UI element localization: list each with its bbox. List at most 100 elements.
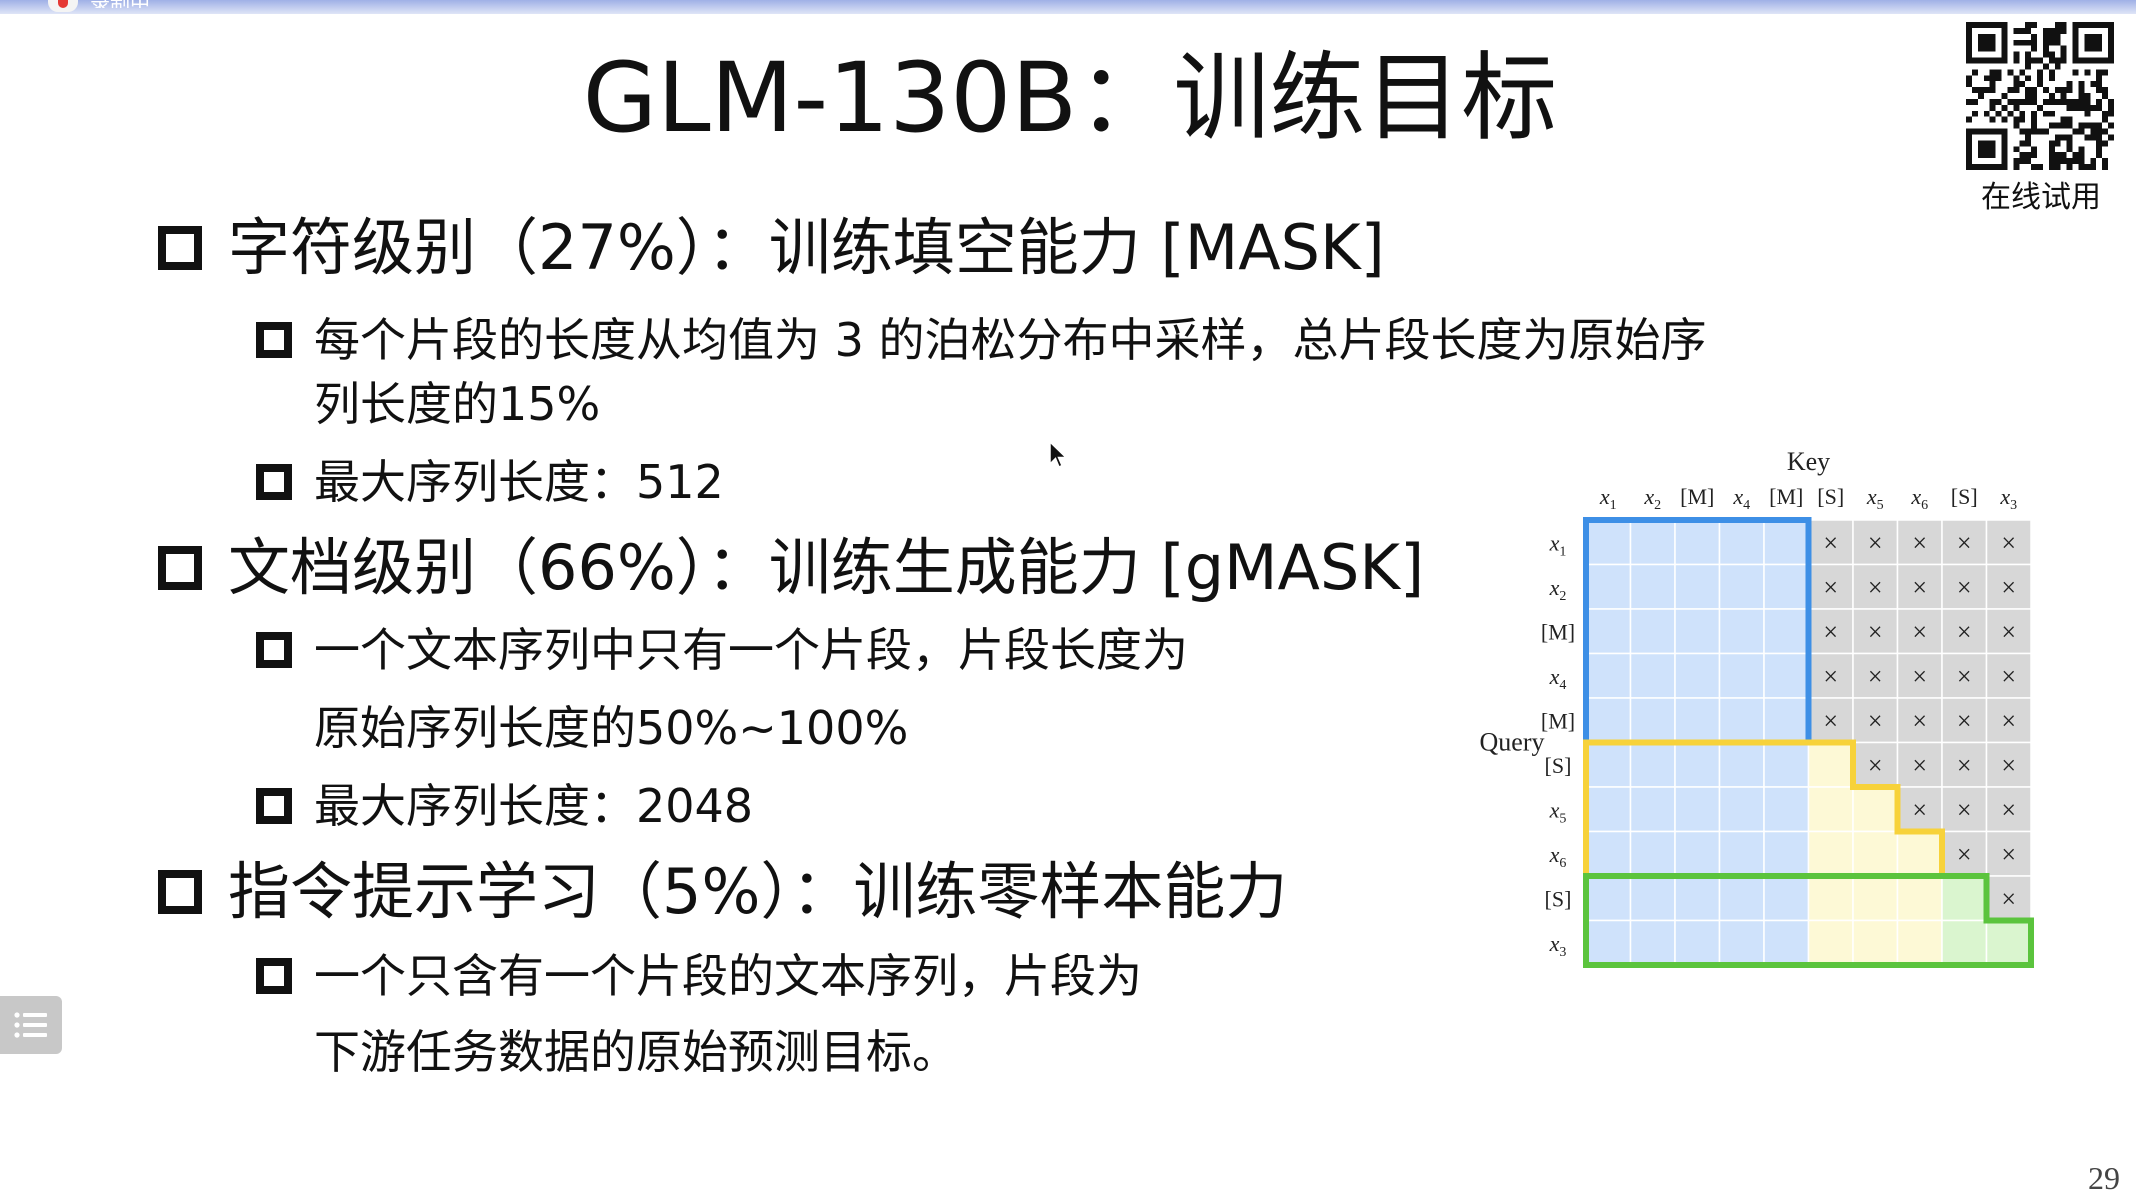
mask-symbol: ×	[1912, 795, 1927, 824]
key-token-label: x1	[1599, 484, 1617, 513]
mask-cell	[1718, 875, 1765, 922]
mask-symbol: ×	[1957, 662, 1972, 691]
mask-cell	[1674, 608, 1721, 655]
bullet-char-level: 字符级别（27%）：训练填空能力 [MASK]	[158, 212, 1385, 284]
recording-bar: 录制中	[0, 0, 2136, 14]
mask-cell	[1763, 741, 1810, 788]
query-token-label: x1	[1549, 530, 1567, 559]
mask-cell	[1763, 519, 1810, 566]
mask-symbol: ×	[2001, 617, 2016, 646]
mask-cell	[1763, 608, 1810, 655]
mask-cell	[1674, 830, 1721, 877]
key-axis-label: Key	[1787, 447, 1830, 476]
mask-symbol: ×	[2001, 662, 2016, 691]
sub-bullet-text: 一个只含有一个片段的文本序列，片段为	[314, 949, 1142, 1003]
mask-cell	[1585, 741, 1632, 788]
mask-cell	[1674, 697, 1721, 744]
square-bullet-icon	[158, 546, 202, 590]
mask-cell	[1629, 741, 1676, 788]
record-icon	[48, 0, 78, 12]
mask-cell	[1585, 919, 1632, 966]
mask-symbol: ×	[2001, 573, 2016, 602]
mask-cell	[1763, 875, 1810, 922]
mask-symbol: ×	[1912, 573, 1927, 602]
mask-symbol: ×	[1868, 573, 1883, 602]
sub-bullet-text: 最大序列长度：2048	[314, 779, 754, 833]
key-token-label: x5	[1866, 484, 1884, 513]
mask-cell	[1674, 875, 1721, 922]
mask-cell	[1629, 608, 1676, 655]
mask-symbol: ×	[2001, 528, 2016, 557]
mask-cell	[1718, 741, 1765, 788]
menu-button[interactable]	[0, 996, 62, 1054]
mask-cell	[1629, 919, 1676, 966]
mask-cell	[1896, 919, 1943, 966]
mask-symbol: ×	[1868, 528, 1883, 557]
recording-indicator[interactable]: 录制中	[48, 0, 188, 14]
sub-bullet-max-length-512: 最大序列长度：512	[256, 452, 724, 512]
bullet-text: 指令提示学习（5%）：训练零样本能力	[228, 855, 1288, 928]
key-token-label: [S]	[1951, 484, 1978, 509]
mask-cell	[1718, 919, 1765, 966]
mask-cell	[1629, 652, 1676, 699]
mask-symbol: ×	[1868, 662, 1883, 691]
mask-symbol: ×	[1912, 662, 1927, 691]
mask-cell	[1585, 652, 1632, 699]
sub-bullet-text: 每个片段的长度从均值为 3 的泊松分布中采样，总片段长度为原始序	[314, 313, 1707, 367]
bullet-instruction-prompt: 指令提示学习（5%）：训练零样本能力	[158, 856, 1287, 928]
mask-symbol: ×	[1823, 662, 1838, 691]
mask-symbol: ×	[2001, 706, 2016, 735]
mask-cell	[1585, 875, 1632, 922]
mask-cell	[1763, 919, 1810, 966]
mask-cell	[1852, 786, 1899, 833]
mask-cell	[1807, 741, 1854, 788]
mask-cell	[1852, 875, 1899, 922]
qr-code-icon	[1966, 22, 2114, 170]
sub-bullet-single-span: 一个文本序列中只有一个片段，片段长度为	[256, 620, 1188, 680]
mask-symbol: ×	[1957, 573, 1972, 602]
sub-bullet-text: 最大序列长度：512	[314, 455, 724, 509]
query-token-label: x4	[1549, 664, 1567, 693]
mask-cell	[1674, 741, 1721, 788]
mask-symbol: ×	[1868, 617, 1883, 646]
query-token-label: x5	[1549, 797, 1567, 826]
page-number: 29	[2088, 1160, 2120, 1196]
mask-symbol: ×	[1957, 528, 1972, 557]
mask-cell	[1629, 519, 1676, 566]
key-token-label: [S]	[1817, 484, 1844, 509]
mask-cell	[1629, 697, 1676, 744]
sub-bullet-text: 一个文本序列中只有一个片段，片段长度为	[314, 623, 1188, 677]
slide-title: GLM-130B：训练目标	[582, 42, 1558, 154]
mask-cell	[1985, 919, 2032, 966]
mask-cell	[1718, 697, 1765, 744]
mask-symbol: ×	[1823, 706, 1838, 735]
query-token-label: [S]	[1545, 753, 1572, 778]
mask-cell	[1718, 608, 1765, 655]
mask-cell	[1629, 830, 1676, 877]
query-token-label: [S]	[1545, 886, 1572, 911]
mask-cell	[1807, 786, 1854, 833]
query-token-label: x3	[1549, 931, 1567, 960]
mask-symbol: ×	[2001, 840, 2016, 869]
mask-cell	[1585, 786, 1632, 833]
mask-cell	[1585, 519, 1632, 566]
mask-cell	[1674, 563, 1721, 610]
mask-cell	[1807, 919, 1854, 966]
mask-symbol: ×	[2001, 884, 2016, 913]
sub-bullet-max-length-2048: 最大序列长度：2048	[256, 776, 753, 836]
mask-cell	[1763, 830, 1810, 877]
bullet-text: 字符级别（27%）：训练填空能力 [MASK]	[228, 211, 1385, 284]
mask-cell	[1807, 830, 1854, 877]
mask-cell	[1763, 697, 1810, 744]
square-bullet-icon	[256, 632, 292, 668]
key-token-label: x6	[1910, 484, 1928, 513]
query-token-label: [M]	[1541, 619, 1575, 644]
mask-cell	[1674, 519, 1721, 566]
mask-symbol: ×	[1957, 840, 1972, 869]
key-token-label: [M]	[1680, 484, 1714, 509]
mask-cell	[1896, 830, 1943, 877]
mask-cell	[1763, 786, 1810, 833]
mask-cell	[1763, 652, 1810, 699]
query-token-label: [M]	[1541, 708, 1575, 733]
query-axis-label: Query	[1480, 728, 1545, 757]
